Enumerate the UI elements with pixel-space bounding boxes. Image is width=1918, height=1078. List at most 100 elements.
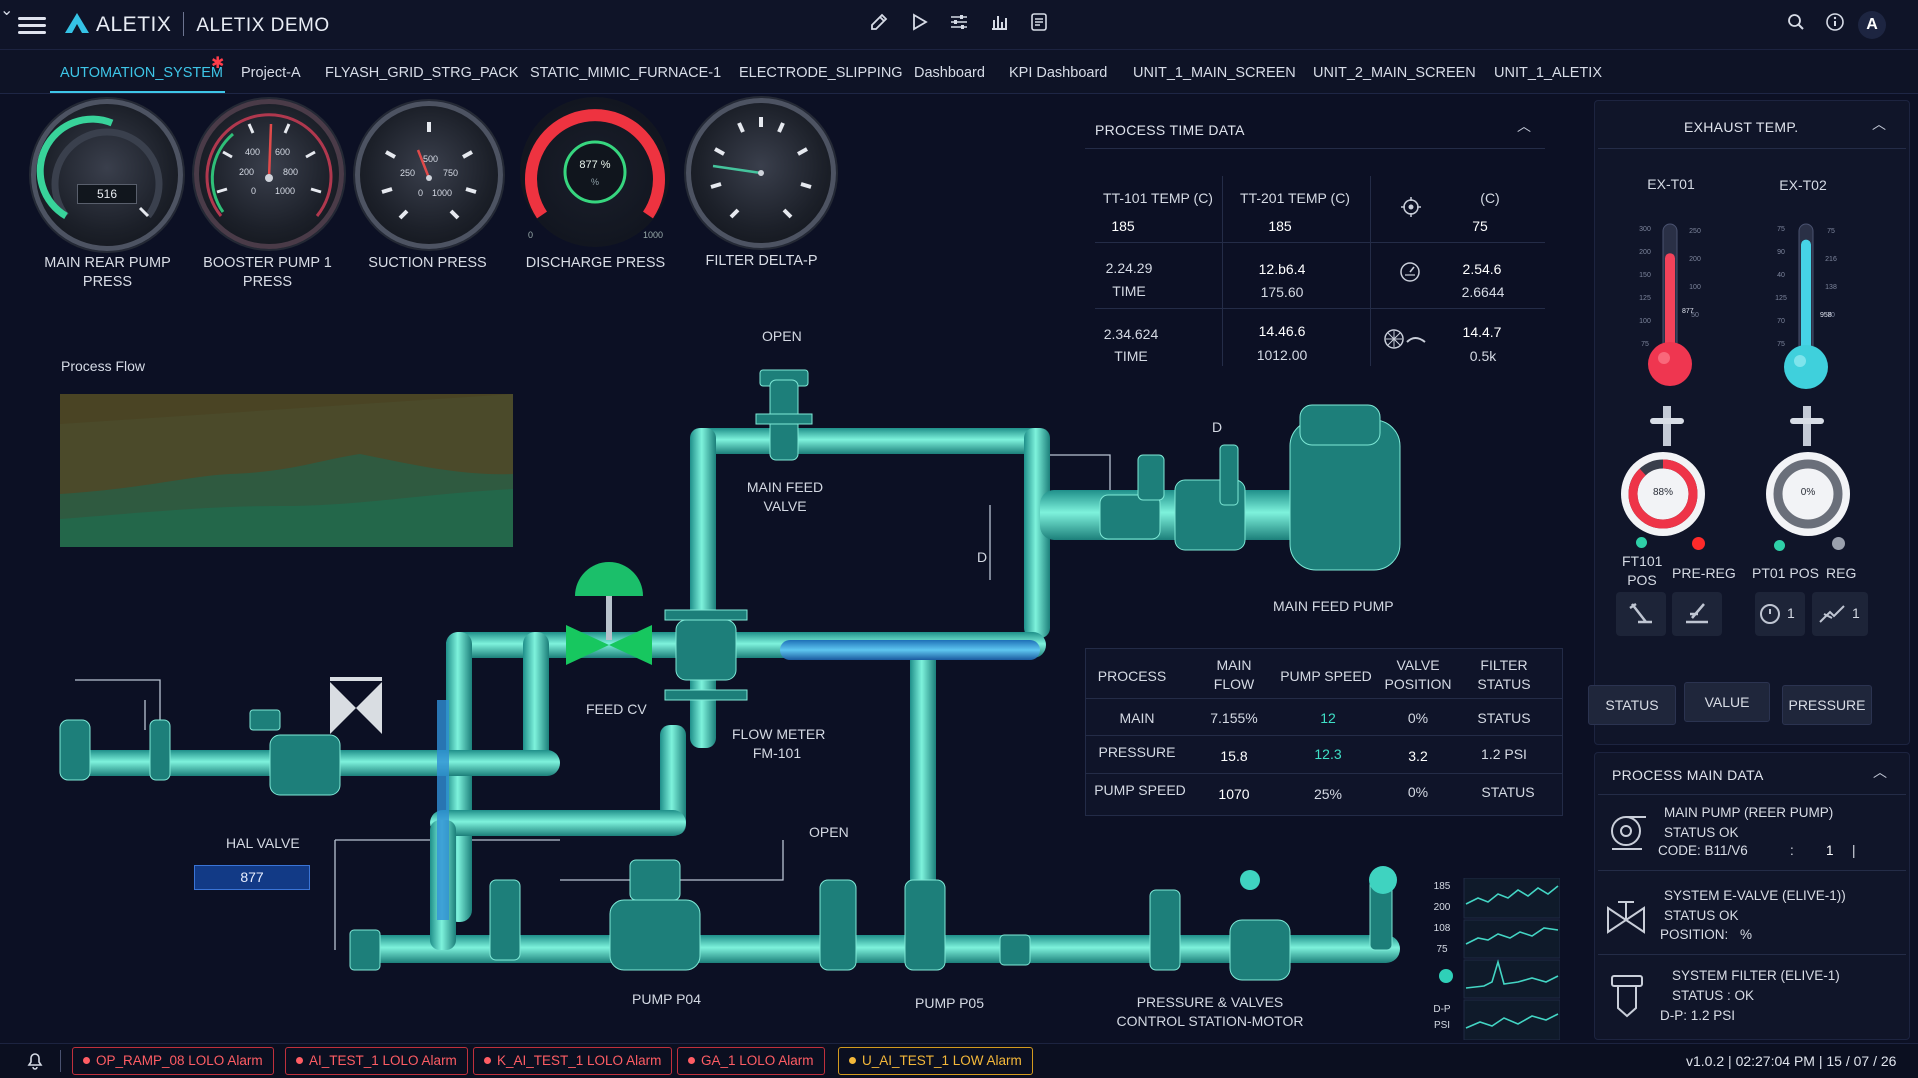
valve-icon bbox=[1604, 888, 1650, 945]
label-open-bottom: OPEN bbox=[809, 824, 849, 840]
unsaved-marker-icon: ✱ bbox=[211, 55, 225, 72]
status-button[interactable]: STATUS bbox=[1588, 685, 1676, 725]
table-row: MAIN bbox=[1119, 710, 1155, 726]
label-d1: D bbox=[1212, 419, 1223, 435]
line-chart-icon bbox=[1819, 605, 1845, 623]
alarm-dot-icon bbox=[296, 1057, 303, 1064]
tool-button-1[interactable] bbox=[1616, 592, 1666, 636]
top-bar: ALETIX ALETIX DEMO A bbox=[0, 0, 1918, 50]
alarm-k-ai-test-1[interactable]: K_AI_TEST_1 LOLO Alarm bbox=[473, 1047, 673, 1075]
dial-ft101-value: 88% bbox=[1652, 487, 1673, 498]
pump-icon bbox=[1604, 805, 1650, 862]
th-main-flow: MAIN FLOW bbox=[1213, 657, 1255, 692]
th-valve-position: VALVE POSITION bbox=[1384, 657, 1452, 692]
divider bbox=[1095, 308, 1545, 309]
timer-icon bbox=[1760, 604, 1780, 624]
label-feed-cv: FEED CV bbox=[586, 701, 647, 717]
bar-chart-icon[interactable] bbox=[986, 12, 1012, 38]
label-open-top: OPEN bbox=[762, 328, 802, 344]
tt101-value: 185 bbox=[1111, 218, 1135, 234]
value-button[interactable]: VALUE bbox=[1684, 682, 1770, 722]
c-value: 75 bbox=[1472, 218, 1488, 234]
info-icon[interactable] bbox=[1822, 12, 1848, 38]
cell-filter-status: STATUS bbox=[1481, 784, 1535, 800]
tab-flyash-grid[interactable]: FLYASH_GRID_STRG_PACK bbox=[325, 65, 518, 81]
collapse-chevron-icon[interactable]: ︿ bbox=[1517, 116, 1531, 136]
divider bbox=[1085, 148, 1545, 149]
cell-main-flow: 1070 bbox=[1218, 786, 1250, 802]
filter-dp: D-P: 1.2 PSI bbox=[1660, 1008, 1736, 1023]
bell-icon[interactable] bbox=[26, 1050, 44, 1075]
row2-time-value: 2.34.624 bbox=[1103, 326, 1159, 342]
dial-pt01: 0% bbox=[1766, 452, 1850, 536]
alarm-u-ai-test-1[interactable]: U_AI_TEST_1 LOW Alarm bbox=[838, 1047, 1033, 1075]
tool-button-4[interactable]: 1 bbox=[1812, 592, 1868, 636]
cell-main-flow: 15.8 bbox=[1220, 748, 1248, 764]
row1-b2: 175.60 bbox=[1260, 284, 1304, 300]
gauge-main-rear-pump: 516 bbox=[31, 99, 183, 251]
tab-unit2-main[interactable]: UNIT_2_MAIN_SCREEN bbox=[1313, 65, 1476, 81]
tab-electrode-slipping[interactable]: ELECTRODE_SLIPPING bbox=[739, 65, 903, 81]
pressure-button[interactable]: PRESSURE bbox=[1782, 685, 1872, 725]
alarm-dot-icon bbox=[688, 1057, 695, 1064]
main-pump-pipe: | bbox=[1852, 843, 1856, 858]
table-divider bbox=[1085, 698, 1563, 699]
gauge-suction-press-label: SUCTION PRESS bbox=[368, 255, 487, 271]
th-process: PROCESS bbox=[1097, 668, 1167, 684]
search-icon[interactable] bbox=[1783, 12, 1809, 38]
sparkline-panel: 185 200 108 75 D-P PSI bbox=[1428, 877, 1561, 1041]
report-icon[interactable] bbox=[1026, 12, 1052, 38]
row2-c: 14.4.7 bbox=[1462, 324, 1502, 340]
reg-label: REG bbox=[1826, 565, 1857, 581]
ft101-pos-label: FT101 POS bbox=[1622, 553, 1663, 588]
tab-project-a[interactable]: Project-A bbox=[241, 65, 301, 81]
label-flow-meter: FLOW METER FM-101 bbox=[732, 726, 826, 761]
tab-unit1-main[interactable]: UNIT_1_MAIN_SCREEN bbox=[1133, 65, 1296, 81]
ex-t01-reading: 877 bbox=[1682, 308, 1694, 315]
exhaust-temp-title: EXHAUST TEMP. bbox=[1684, 119, 1799, 135]
alarm-ai-test-1[interactable]: AI_TEST_1 LOLO Alarm bbox=[285, 1047, 468, 1075]
gauge-booster-pump-1: 400 600 200 800 0 1000 bbox=[194, 99, 344, 249]
row1-time-label: TIME bbox=[1112, 283, 1146, 299]
tool-button-2[interactable] bbox=[1672, 592, 1722, 636]
filter-title: SYSTEM FILTER (ELIVE-1) bbox=[1672, 968, 1840, 983]
table-divider bbox=[1085, 773, 1563, 774]
pt01-status-led bbox=[1774, 540, 1785, 551]
tab-unit1-aletix[interactable]: UNIT_1_ALETIX bbox=[1494, 65, 1602, 81]
tabs-dropdown-chevron-icon[interactable]: ⌄ bbox=[0, 0, 13, 20]
tt101-header: TT-101 TEMP (C) bbox=[1103, 190, 1213, 206]
aletix-logo-icon bbox=[65, 13, 89, 33]
alarm-dot-icon bbox=[83, 1057, 90, 1064]
label-pump-p04: PUMP P04 bbox=[632, 991, 701, 1007]
brand-name: ALETIX bbox=[96, 13, 172, 36]
play-icon[interactable] bbox=[906, 12, 932, 38]
tab-static-mimic-furnace[interactable]: STATIC_MIMIC_FURNACE-1 bbox=[530, 65, 721, 81]
tab-dashboard[interactable]: Dashboard bbox=[914, 65, 985, 81]
label-pump-p05: PUMP P05 bbox=[915, 995, 984, 1011]
gauge-main-rear-pump-label: MAIN REAR PUMP PRESS bbox=[44, 255, 171, 290]
alarm-op-ramp-08[interactable]: OP_RAMP_08 LOLO Alarm bbox=[72, 1047, 274, 1075]
gauge-suction-press: 500 250 750 0 1000 bbox=[355, 101, 503, 249]
divider bbox=[1598, 148, 1906, 149]
valve-stems bbox=[1650, 406, 1824, 446]
collapse-chevron-icon[interactable]: ︿ bbox=[1872, 114, 1886, 134]
sliders-icon[interactable] bbox=[946, 12, 972, 38]
tool-button-3[interactable]: 1 bbox=[1755, 592, 1805, 636]
hamburger-menu-icon[interactable] bbox=[18, 13, 46, 37]
gauge-discharge-press-label: DISCHARGE PRESS bbox=[525, 255, 666, 271]
user-avatar[interactable]: A bbox=[1858, 11, 1886, 39]
reg-status-led bbox=[1832, 537, 1845, 550]
edit-icon[interactable] bbox=[866, 12, 892, 38]
unit-c-header: (C) bbox=[1480, 190, 1500, 206]
label-main-feed-pump: MAIN FEED PUMP bbox=[1273, 598, 1394, 614]
gauge-filter-delta-p-label: FILTER DELTA-P bbox=[705, 253, 818, 269]
cell-valve-position: 3.2 bbox=[1408, 748, 1428, 764]
cell-main-flow: 7.155% bbox=[1210, 710, 1258, 726]
alarm-ga-1[interactable]: GA_1 LOLO Alarm bbox=[677, 1047, 825, 1075]
tab-kpi-dashboard[interactable]: KPI Dashboard bbox=[1009, 65, 1107, 81]
collapse-chevron-icon[interactable]: ︿ bbox=[1873, 762, 1887, 782]
hal-valve-value[interactable]: 877 bbox=[194, 865, 310, 890]
label-d2: D bbox=[977, 549, 988, 565]
tab-automation-system[interactable]: AUTOMATION_SYSTEM bbox=[60, 65, 223, 81]
row1-time-value: 2.24.29 bbox=[1105, 260, 1153, 276]
